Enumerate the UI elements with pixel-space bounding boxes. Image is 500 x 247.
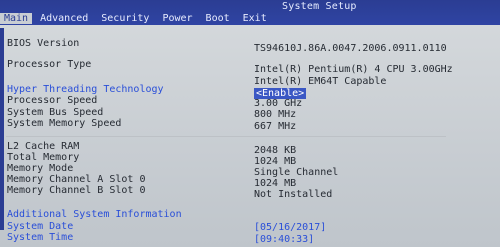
system-bus-speed-value: 800 MHz: [254, 109, 297, 120]
tab-power[interactable]: Power: [162, 13, 192, 24]
tab-main[interactable]: Main: [0, 13, 33, 24]
processor-speed-label: Processor Speed: [7, 95, 98, 106]
l2-cache-value: 2048 KB: [254, 145, 297, 156]
mem-channel-a-slot0-value: 1024 MB: [254, 178, 297, 189]
total-memory-label: Total Memory: [7, 152, 80, 163]
system-date-label[interactable]: System Date: [7, 221, 73, 232]
system-memory-speed-label: System Memory Speed: [7, 118, 122, 129]
mem-channel-b-slot0-value: Not Installed: [254, 189, 333, 200]
menu-bar: Main Advanced Security Power Boot Exit: [0, 13, 280, 24]
system-time-value[interactable]: [09:40:33]: [254, 234, 314, 245]
tab-exit[interactable]: Exit: [243, 13, 267, 24]
processor-speed-value: 3.00 GHz: [254, 98, 303, 109]
total-memory-value: 1024 MB: [254, 156, 297, 167]
section-divider: [6, 136, 446, 137]
bios-version-value: TS94610J.86A.0047.2006.0911.0110: [254, 43, 447, 54]
processor-type-value-1: Intel(R) Pentium(R) 4 CPU 3.00GHz: [254, 64, 453, 75]
window-title: System Setup: [282, 1, 357, 12]
tab-boot[interactable]: Boot: [206, 13, 230, 24]
memory-mode-value: Single Channel: [254, 167, 339, 178]
system-time-label[interactable]: System Time: [7, 232, 73, 243]
memory-mode-label: Memory Mode: [7, 163, 74, 174]
system-bus-speed-label: System Bus Speed: [7, 107, 104, 118]
l2-cache-label: L2 Cache RAM: [7, 141, 80, 152]
left-edge-bar: [0, 28, 4, 230]
system-memory-speed-value: 667 MHz: [254, 121, 297, 132]
additional-system-information-link[interactable]: Additional System Information: [7, 209, 182, 220]
mem-channel-a-slot0-label: Memory Channel A Slot 0: [7, 174, 146, 185]
bios-version-label: BIOS Version: [7, 38, 80, 49]
tab-security[interactable]: Security: [101, 13, 149, 24]
tab-advanced[interactable]: Advanced: [40, 13, 88, 24]
mem-channel-b-slot0-label: Memory Channel B Slot 0: [7, 185, 146, 196]
system-date-value[interactable]: [05/16/2017]: [254, 222, 326, 233]
processor-type-value-2: Intel(R) EM64T Capable: [254, 76, 387, 87]
processor-type-label: Processor Type: [7, 59, 92, 70]
bios-setup-screen: System Setup Main Advanced Security Powe…: [0, 0, 500, 247]
hyper-threading-label[interactable]: Hyper Threading Technology: [7, 84, 164, 95]
